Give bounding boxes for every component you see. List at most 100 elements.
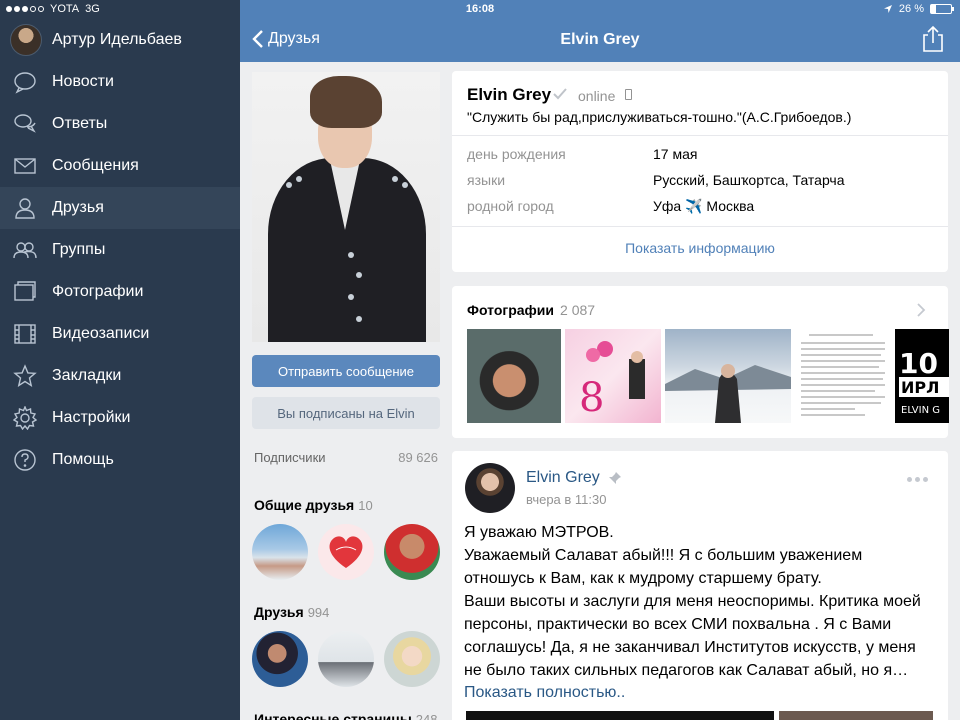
online-status: online (578, 88, 616, 104)
sidebar-item-news[interactable]: Новости (0, 61, 240, 103)
post-author-name[interactable]: Elvin Grey (526, 469, 600, 487)
status-bar: YOTA 3G 16:08 26 % (0, 0, 960, 20)
photo-thumbnail[interactable] (665, 329, 791, 423)
photos-header[interactable]: Фотографии 2 087 (467, 302, 595, 318)
battery-percent: 26 % (898, 3, 924, 15)
share-button[interactable] (922, 25, 944, 52)
battery-icon (930, 4, 954, 14)
followers-count: 89 626 (398, 450, 438, 465)
followers-row[interactable]: Подписчики 89 626 (254, 450, 438, 465)
friend-avatar[interactable] (384, 631, 440, 687)
photos-title: Фотографии (467, 302, 555, 318)
pin-icon (609, 472, 621, 484)
avatar (10, 24, 42, 56)
post-text: Я уважаю МЭТРОВ. Уважаемый Салават абый!… (464, 521, 936, 682)
info-value[interactable]: Уфа ✈️ Москва (653, 198, 754, 214)
carrier-label: YOTA (50, 3, 80, 15)
sidebar-item-label: Видеозаписи (52, 325, 150, 342)
groups-icon (12, 237, 38, 263)
sidebar-item-label: Друзья (52, 199, 104, 216)
friend-avatar[interactable] (252, 524, 308, 580)
friend-avatar[interactable] (384, 524, 440, 580)
more-options-button[interactable] (907, 477, 928, 482)
post-date[interactable]: вчера в 11:30 (526, 492, 606, 507)
photo-thumbnail[interactable]: 8 (565, 329, 661, 423)
sidebar-item-photos[interactable]: Фотографии (0, 271, 240, 313)
help-icon (12, 447, 38, 473)
show-more-link[interactable]: Показать полностью.. (464, 684, 625, 702)
info-key: языки (467, 172, 506, 188)
sidebar-item-settings[interactable]: Настройки (0, 397, 240, 439)
mutual-friends-list (252, 524, 440, 580)
friend-avatar[interactable] (318, 631, 374, 687)
followers-label: Подписчики (254, 450, 326, 465)
sidebar-profile[interactable]: Артур Идельбаев (0, 20, 240, 60)
photos-count: 2 087 (560, 302, 596, 318)
post-text-line: отношусь к Вам, как к мудрому старшему б… (464, 570, 822, 587)
messages-icon (12, 153, 38, 179)
status-right: 26 % (883, 3, 954, 15)
signal-icon (6, 6, 44, 12)
interesting-pages-header[interactable]: Интересные страницы 248 (254, 711, 438, 720)
friend-avatar[interactable] (252, 631, 308, 687)
answers-icon (12, 111, 38, 137)
wall-post: Elvin Grey вчера в 11:30 Я уважаю МЭТРОВ… (452, 451, 948, 720)
sidebar-item-label: Группы (52, 241, 106, 258)
friend-avatar[interactable] (318, 524, 374, 580)
sidebar-item-groups[interactable]: Группы (0, 229, 240, 271)
sidebar-item-answers[interactable]: Ответы (0, 103, 240, 145)
post-text-line: соглашусь! Да, я не заканчивал Институто… (464, 639, 916, 656)
info-value: Русский, Башҡортса, Татарча (653, 172, 845, 188)
post-text-line: не было таких сильных педагогов как Сала… (464, 662, 909, 679)
show-info-link[interactable]: Показать информацию (452, 240, 948, 256)
status-left: YOTA 3G (6, 3, 100, 15)
post-attachment[interactable] (466, 711, 774, 720)
post-text-line: Уважаемый Салават абый!!! Я с большим ув… (464, 547, 863, 564)
photos-icon (12, 279, 38, 305)
post-attachment[interactable] (779, 711, 933, 720)
sidebar-item-help[interactable]: Помощь (0, 439, 240, 481)
info-row: родной город Уфа ✈️ Москва (467, 198, 754, 215)
friends-icon (12, 195, 38, 221)
location-icon (883, 5, 892, 13)
status-quote: "Служить бы рад,прислуживаться-тошно."(А… (467, 109, 852, 125)
battery-fill (931, 5, 937, 13)
post-text-line: Ваши высоты и заслуги для меня неоспорим… (464, 593, 921, 610)
sidebar-item-bookmarks[interactable]: Закладки (0, 355, 240, 397)
photo-thumbnail[interactable]: 10 ИРЛ ELVIN G (895, 329, 949, 423)
sidebar-item-friends[interactable]: Друзья (0, 187, 240, 229)
mutual-friends-header[interactable]: Общие друзья 10 (254, 497, 373, 513)
photos-card: Фотографии 2 087 8 10 ИРЛ ELVIN G (452, 286, 949, 438)
info-key: родной город (467, 198, 554, 214)
page-title: Elvin Grey (560, 31, 640, 48)
chevron-right-icon[interactable] (916, 302, 926, 318)
checkmark-icon (553, 88, 567, 100)
photo-thumbnail[interactable] (467, 329, 561, 423)
sidebar-item-label: Ответы (52, 115, 108, 132)
post-author-avatar[interactable] (465, 463, 515, 513)
network-label: 3G (85, 3, 100, 15)
profile-photo[interactable] (252, 72, 440, 342)
send-message-button[interactable]: Отправить сообщение (252, 355, 440, 387)
profile-title-name: Elvin Grey (467, 85, 552, 104)
share-icon (923, 25, 943, 52)
sidebar-item-video[interactable]: Видеозаписи (0, 313, 240, 355)
gear-icon (12, 405, 38, 431)
photo-strip: 8 10 ИРЛ ELVIN G (467, 329, 949, 423)
post-text-line: Я уважаю МЭТРОВ. (464, 524, 614, 541)
divider (452, 135, 948, 136)
subscribed-button[interactable]: Вы подписаны на Elvin (252, 397, 440, 429)
photo-thumbnail[interactable] (795, 329, 891, 423)
svg-text:8: 8 (579, 375, 604, 421)
friends-header[interactable]: Друзья 994 (254, 604, 329, 620)
sidebar-nav: Новости Ответы Сообщения Друзья Группы Ф… (0, 61, 240, 481)
video-icon (12, 321, 38, 347)
sidebar-item-messages[interactable]: Сообщения (0, 145, 240, 187)
sidebar-item-label: Сообщения (52, 157, 139, 174)
sidebar-item-label: Фотографии (52, 283, 144, 300)
post-text-line: персоны, практически во всех СМИ похваль… (464, 616, 892, 633)
interesting-pages-label: Интересные страницы (254, 711, 412, 720)
news-icon (12, 69, 38, 95)
info-key: день рождения (467, 146, 566, 162)
info-value[interactable]: 17 мая (653, 146, 697, 162)
